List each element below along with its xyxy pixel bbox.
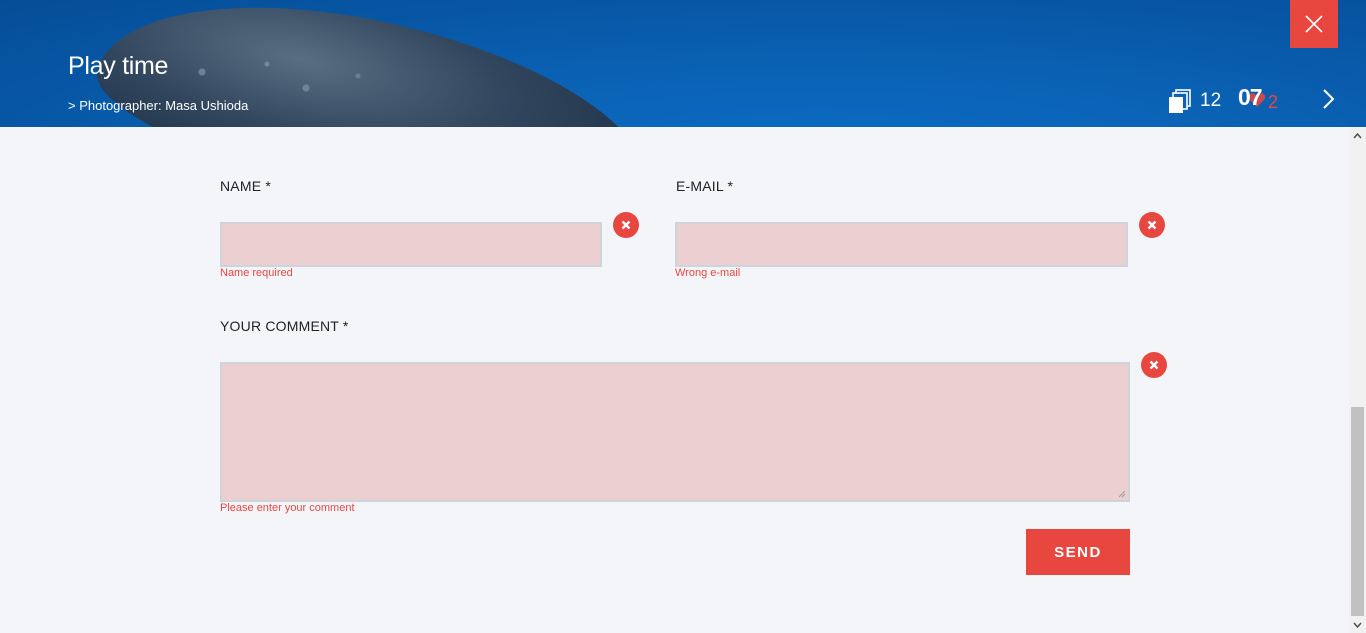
comment-textarea[interactable] xyxy=(220,362,1130,502)
gallery-count-value: 12 xyxy=(1200,90,1222,111)
name-label: NAME * xyxy=(220,178,271,194)
scrollbar[interactable] xyxy=(1349,127,1366,633)
scroll-down-arrow[interactable] xyxy=(1349,616,1366,633)
resize-grip-icon[interactable] xyxy=(1116,488,1126,498)
name-error-badge xyxy=(613,212,639,238)
date-month: 2 xyxy=(1268,92,1279,112)
next-photo-button[interactable] xyxy=(1322,88,1336,115)
chevron-down-icon xyxy=(1353,622,1362,628)
comment-error-badge xyxy=(1141,352,1167,378)
comment-error-text: Please enter your comment xyxy=(220,502,355,514)
gallery-count[interactable]: 12 xyxy=(1168,89,1221,113)
chevron-right-icon xyxy=(1323,89,1335,109)
error-x-icon xyxy=(1149,360,1159,370)
email-input[interactable] xyxy=(675,222,1128,267)
photographer-credit: > Photographer: Masa Ushioda xyxy=(68,98,249,113)
scroll-thumb[interactable] xyxy=(1351,407,1364,616)
close-icon xyxy=(1305,15,1323,33)
name-input[interactable] xyxy=(220,222,602,267)
comment-label: YOUR COMMENT * xyxy=(220,318,349,334)
error-x-icon xyxy=(621,220,631,230)
photo-header: Play time > Photographer: Masa Ushioda 1… xyxy=(0,0,1366,127)
email-error-text: Wrong e-mail xyxy=(675,267,741,279)
close-button[interactable] xyxy=(1290,0,1338,48)
send-button[interactable]: SEND xyxy=(1026,529,1130,575)
error-x-icon xyxy=(1147,220,1157,230)
email-label: E-MAIL * xyxy=(676,178,734,194)
email-error-badge xyxy=(1139,212,1165,238)
photo-title: Play time xyxy=(68,52,169,80)
date-badge: 07 2 xyxy=(1238,84,1283,114)
gallery-stack-icon xyxy=(1169,89,1191,113)
chevron-up-icon xyxy=(1353,132,1362,138)
scroll-up-arrow[interactable] xyxy=(1349,127,1366,144)
date-day: 07 xyxy=(1238,84,1263,110)
name-error-text: Name required xyxy=(220,267,293,279)
